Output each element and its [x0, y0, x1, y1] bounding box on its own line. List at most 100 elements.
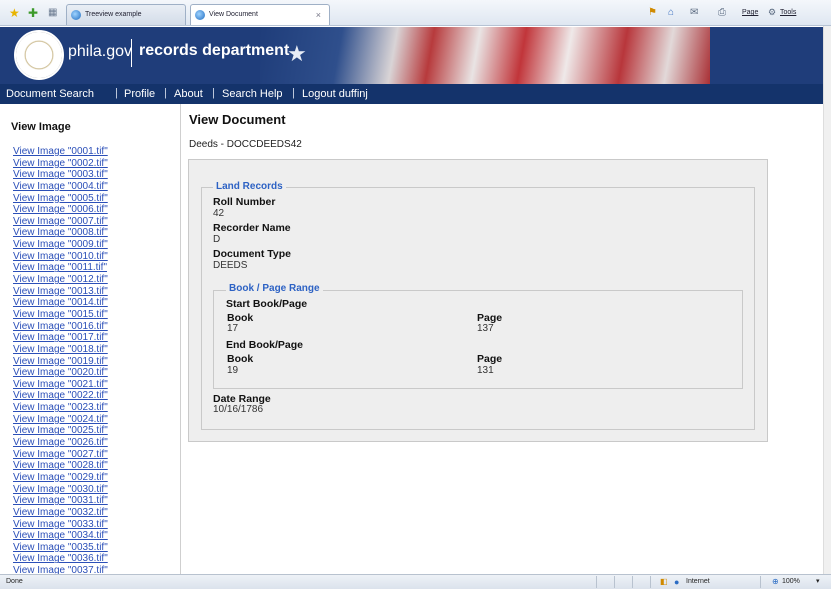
view-image-link[interactable]: View Image "0026.tif": [13, 437, 108, 449]
status-divider: [760, 576, 761, 588]
sidebar: View Image View Image "0001.tif" View Ima…: [0, 104, 181, 574]
end-page-label: Page: [477, 353, 503, 365]
vertical-scrollbar[interactable]: [823, 26, 831, 574]
nav-separator: |: [292, 87, 295, 99]
banner-fill: [710, 27, 831, 84]
document-subtitle: Deeds - DOCCDEEDS42: [189, 139, 302, 150]
view-image-link[interactable]: View Image "0031.tif": [13, 495, 108, 507]
view-image-link[interactable]: View Image "0021.tif": [13, 379, 108, 391]
start-page-value: 137: [477, 323, 494, 334]
nav-about[interactable]: About: [174, 88, 203, 101]
zoom-level[interactable]: 100%: [782, 577, 800, 587]
view-image-link[interactable]: View Image "0029.tif": [13, 472, 108, 484]
document-type-label: Document Type: [213, 248, 291, 260]
view-image-link[interactable]: View Image "0020.tif": [13, 367, 108, 379]
end-page-value: 131: [477, 365, 494, 376]
view-image-link[interactable]: View Image "0010.tif": [13, 251, 108, 263]
city-seal-logo: [14, 30, 64, 80]
view-image-link[interactable]: View Image "0013.tif": [13, 286, 108, 298]
header-divider: [131, 39, 132, 67]
view-image-link[interactable]: View Image "0025.tif": [13, 425, 108, 437]
nav-document-search[interactable]: Document Search: [6, 88, 94, 101]
close-tab-icon[interactable]: ×: [316, 5, 321, 25]
document-type-value: DEEDS: [213, 260, 248, 271]
start-book-value: 17: [227, 323, 239, 334]
view-image-link[interactable]: View Image "0004.tif": [13, 181, 108, 193]
gear-icon: ⚙: [768, 7, 777, 17]
page-menu[interactable]: Page: [742, 6, 758, 19]
roll-number-value: 42: [213, 208, 225, 219]
view-image-link[interactable]: View Image "0002.tif": [13, 158, 108, 170]
ie-page-icon: [71, 10, 81, 20]
view-image-link[interactable]: View Image "0017.tif": [13, 332, 108, 344]
site-banner: phila.gov records department ★: [0, 27, 831, 84]
end-book-value: 19: [227, 365, 239, 376]
department-name: records department: [139, 42, 290, 59]
view-image-link[interactable]: View Image "0008.tif": [13, 227, 108, 239]
globe-icon: ●: [674, 577, 680, 587]
nav-separator: |: [164, 87, 167, 99]
land-records-legend: Land Records: [213, 181, 286, 192]
zoom-dropdown-icon[interactable]: ▾: [816, 577, 820, 587]
nav-profile[interactable]: Profile: [124, 88, 155, 101]
start-book-page-label: Start Book/Page: [226, 298, 308, 310]
print-icon[interactable]: ⎙: [718, 6, 726, 19]
tab-treeview-example[interactable]: Treeview example: [66, 4, 186, 25]
view-image-link[interactable]: View Image "0012.tif": [13, 274, 108, 286]
date-range-value: 10/16/1786: [213, 404, 264, 415]
view-image-link[interactable]: View Image "0016.tif": [13, 321, 108, 333]
site-name[interactable]: phila.gov: [68, 43, 132, 61]
status-divider: [596, 576, 597, 588]
favorites-star-icon[interactable]: ★: [9, 6, 20, 20]
status-text: Done: [6, 578, 23, 585]
sidebar-title: View Image: [11, 121, 71, 133]
view-image-link[interactable]: View Image "0034.tif": [13, 530, 108, 542]
view-image-link[interactable]: View Image "0023.tif": [13, 402, 108, 414]
recorder-name-label: Recorder Name: [213, 222, 291, 234]
status-bar: Done ◧ ● Internet ⊕ 100% ▾: [0, 574, 831, 589]
view-image-link[interactable]: View Image "0035.tif": [13, 542, 108, 554]
nav-logout[interactable]: Logout duffinj: [302, 88, 368, 101]
nav-separator: |: [212, 87, 215, 99]
view-image-link[interactable]: View Image "0024.tif": [13, 414, 108, 426]
view-image-link[interactable]: View Image "0030.tif": [13, 484, 108, 496]
view-image-link[interactable]: View Image "0032.tif": [13, 507, 108, 519]
view-image-link[interactable]: View Image "0022.tif": [13, 390, 108, 402]
status-divider: [614, 576, 615, 588]
view-image-link[interactable]: View Image "0001.tif": [13, 146, 108, 158]
nav-search-help[interactable]: Search Help: [222, 88, 283, 101]
security-icon: ◧: [660, 577, 668, 586]
view-image-link[interactable]: View Image "0018.tif": [13, 344, 108, 356]
view-image-link[interactable]: View Image "0009.tif": [13, 239, 108, 251]
star-icon: ★: [287, 41, 307, 66]
view-image-link[interactable]: View Image "0003.tif": [13, 169, 108, 181]
view-image-link[interactable]: View Image "0027.tif": [13, 449, 108, 461]
tab-grid-icon[interactable]: ▦: [48, 6, 57, 20]
view-image-link[interactable]: View Image "0007.tif": [13, 216, 108, 228]
main-nav: Document Search | Profile | About | Sear…: [0, 84, 831, 104]
view-image-link[interactable]: View Image "0005.tif": [13, 193, 108, 205]
add-favorites-icon[interactable]: ✚: [28, 6, 38, 20]
zoom-icon: ⊕: [772, 577, 779, 586]
view-image-link[interactable]: View Image "0006.tif": [13, 204, 108, 216]
view-image-link[interactable]: View Image "0015.tif": [13, 309, 108, 321]
tab-label: View Document: [209, 11, 258, 18]
recorder-name-value: D: [213, 234, 221, 245]
status-divider: [632, 576, 633, 588]
view-image-link[interactable]: View Image "0037.tif": [13, 565, 108, 574]
read-mail-icon[interactable]: ✉: [690, 6, 698, 19]
view-image-link[interactable]: View Image "0033.tif": [13, 519, 108, 531]
zone-text: Internet: [686, 578, 710, 585]
view-image-link[interactable]: View Image "0014.tif": [13, 297, 108, 309]
tab-label: Treeview example: [85, 11, 142, 18]
tools-menu[interactable]: Tools: [780, 6, 796, 19]
status-divider: [650, 576, 651, 588]
view-image-link[interactable]: View Image "0011.tif": [13, 262, 108, 274]
feeds-icon[interactable]: ⚑: [648, 6, 657, 19]
tab-view-document[interactable]: View Document ×: [190, 4, 330, 25]
home-icon[interactable]: ⌂: [668, 6, 674, 19]
view-image-link[interactable]: View Image "0036.tif": [13, 553, 108, 565]
image-link-list: View Image "0001.tif" View Image "0002.ti…: [13, 146, 108, 574]
view-image-link[interactable]: View Image "0028.tif": [13, 460, 108, 472]
view-image-link[interactable]: View Image "0019.tif": [13, 356, 108, 368]
